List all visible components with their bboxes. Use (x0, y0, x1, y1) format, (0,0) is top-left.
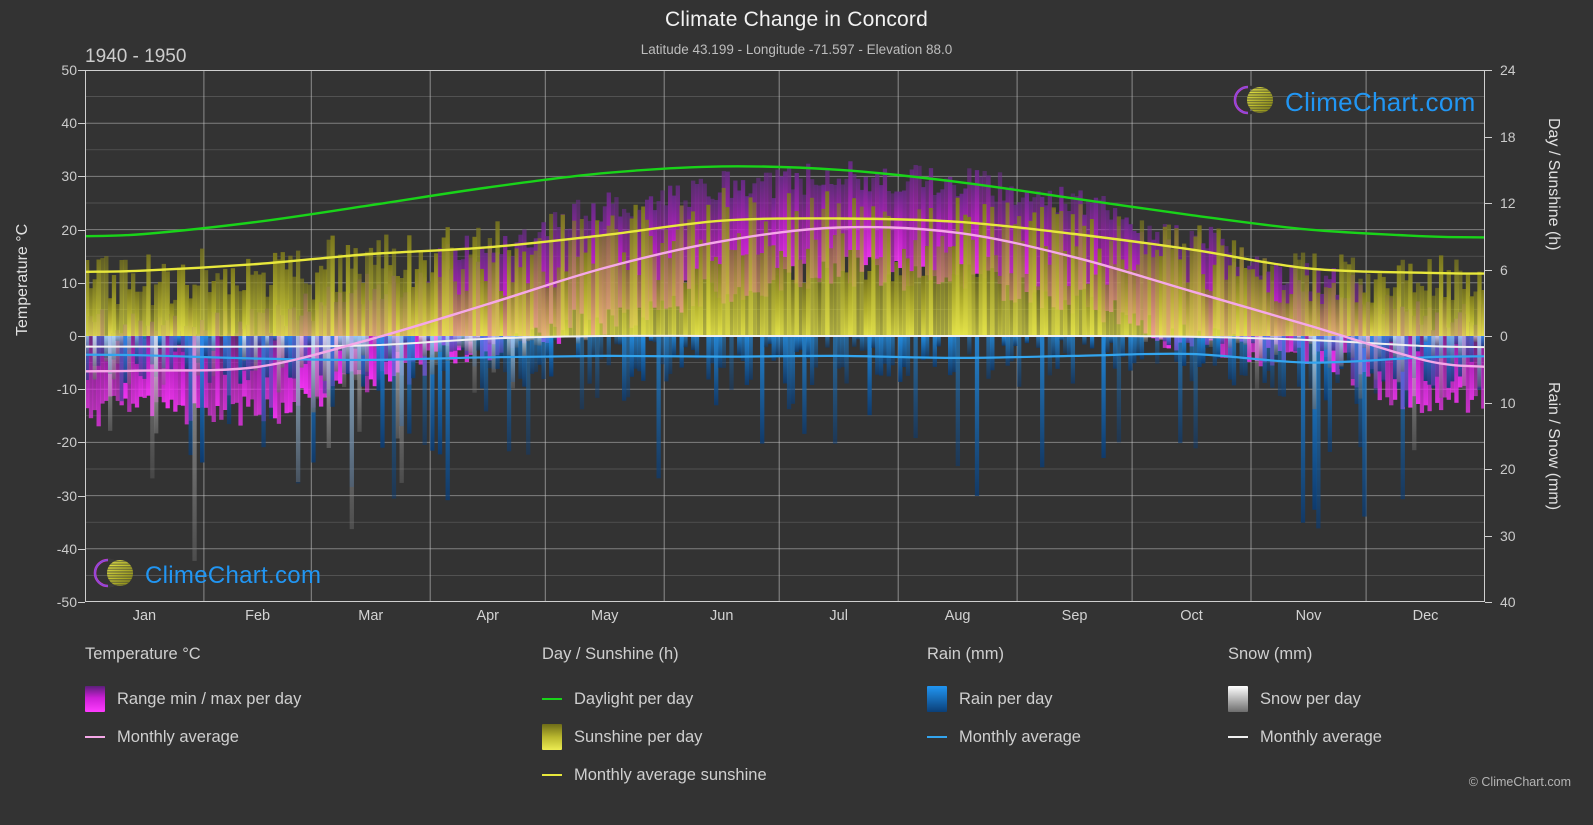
y-axis-right-top-title: Day / Sunshine (h) (1545, 118, 1562, 251)
y-tick-mark-right (1485, 269, 1492, 271)
legend-item[interactable]: Snow per day (1228, 680, 1382, 718)
y-tick-left: -10 (56, 381, 77, 398)
y-tick-mark-left (78, 442, 85, 444)
legend-swatch-line (1228, 736, 1248, 738)
y-tick-left: 20 (61, 221, 77, 238)
y-tick-left: -30 (56, 487, 77, 504)
y-tick-mark-left (78, 229, 85, 231)
y-tick-left: 30 (61, 168, 77, 185)
x-tick-mar: Mar (358, 608, 384, 624)
y-tick-mark-right (1485, 535, 1492, 537)
y-tick-left: 0 (69, 328, 77, 344)
legend-swatch-line (542, 698, 562, 700)
y-tick-right-top: 0 (1500, 328, 1508, 344)
legend-item-label: Monthly average (959, 727, 1081, 746)
chart-plot-area (85, 70, 1485, 602)
y-tick-right-bottom: 20 (1500, 461, 1516, 477)
y-tick-left: -40 (56, 540, 77, 557)
y-tick-right-top: 18 (1500, 128, 1516, 145)
x-tick-sep: Sep (1061, 608, 1088, 624)
y-tick-mark-left (78, 282, 85, 284)
copyright-label: © ClimeChart.com (1468, 775, 1571, 789)
page-title: Climate Change in Concord (665, 8, 928, 31)
y-tick-left: 40 (61, 115, 77, 132)
x-tick-jan: Jan (132, 608, 157, 624)
legend-item[interactable]: Sunshine per day (542, 718, 767, 756)
x-tick-nov: Nov (1295, 608, 1322, 624)
legend-item-label: Snow per day (1260, 689, 1361, 708)
x-tick-feb: Feb (245, 608, 271, 624)
x-tick-jul: Jul (829, 608, 848, 624)
y-tick-mark-right (1485, 136, 1492, 138)
y-tick-mark-right (1485, 70, 1492, 71)
legend-item-label: Daylight per day (574, 689, 694, 708)
x-tick-may: May (591, 608, 619, 624)
y-tick-mark-left (78, 495, 85, 497)
legend-item[interactable]: Monthly average sunshine (542, 756, 767, 794)
y-tick-right-top: 24 (1500, 62, 1516, 78)
y-tick-mark-right (1485, 602, 1492, 603)
y-tick-left: -20 (56, 434, 77, 451)
legend-group-heading: Temperature °C (85, 645, 201, 663)
legend-item[interactable]: Monthly average (927, 718, 1081, 756)
y-tick-mark-right (1485, 336, 1492, 337)
legend-swatch-gradient (542, 724, 562, 750)
y-tick-mark-left (78, 70, 85, 71)
y-tick-left: -50 (56, 594, 77, 610)
legend-item[interactable]: Monthly average (85, 718, 301, 756)
legend-group-rain: Rain (mm) Rain per day Monthly average (927, 645, 1081, 756)
legend-item-label: Monthly average (117, 727, 239, 746)
legend-swatch-line (542, 774, 562, 776)
legend-swatch-gradient (85, 686, 105, 712)
legend-item[interactable]: Rain per day (927, 680, 1081, 718)
y-tick-right-top: 6 (1500, 261, 1508, 278)
legend-group-heading: Rain (mm) (927, 645, 1004, 663)
y-tick-mark-left (78, 123, 85, 125)
chart-legend: Temperature °C Range min / max per day Mo… (0, 645, 1593, 825)
y-tick-mark-left (78, 602, 85, 603)
period-label: 1940 - 1950 (85, 46, 187, 67)
x-tick-aug: Aug (944, 608, 971, 624)
y-tick-right-top: 12 (1500, 195, 1516, 211)
legend-group-heading: Day / Sunshine (h) (542, 645, 679, 663)
legend-group-heading: Snow (mm) (1228, 645, 1313, 663)
legend-swatch-line (85, 736, 105, 738)
x-tick-oct: Oct (1180, 608, 1203, 624)
y-tick-mark-left (78, 336, 85, 337)
legend-swatch-gradient (1228, 686, 1248, 712)
page-subtitle: Latitude 43.199 - Longitude -71.597 - El… (640, 42, 953, 57)
y-tick-right-bottom: 10 (1500, 394, 1516, 411)
legend-swatch-line (927, 736, 947, 738)
y-tick-mark-left (78, 176, 85, 178)
y-tick-left: 10 (61, 274, 77, 291)
legend-group-daysun: Day / Sunshine (h) Daylight per day Sunsh… (542, 645, 767, 794)
legend-item-label: Monthly average sunshine (574, 765, 767, 784)
y-tick-mark-left (78, 548, 85, 550)
legend-item-label: Rain per day (959, 689, 1053, 708)
legend-item-label: Sunshine per day (574, 727, 703, 746)
legend-swatch-gradient (927, 686, 947, 712)
legend-item-label: Range min / max per day (117, 689, 302, 708)
x-tick-apr: Apr (476, 608, 500, 624)
legend-item[interactable]: Range min / max per day (85, 680, 301, 718)
y-tick-right-bottom: 30 (1500, 527, 1516, 544)
y-tick-mark-right (1485, 402, 1492, 404)
legend-item-label: Monthly average (1260, 727, 1382, 746)
x-tick-jun: Jun (710, 608, 734, 624)
y-axis-right-bottom-title: Rain / Snow (mm) (1545, 382, 1562, 511)
y-tick-right-bottom: 40 (1500, 594, 1516, 610)
legend-group-snow: Snow (mm) Snow per day Monthly average (1228, 645, 1382, 756)
x-tick-dec: Dec (1412, 608, 1439, 624)
y-tick-mark-left (78, 389, 85, 391)
legend-group-temperature: Temperature °C Range min / max per day Mo… (85, 645, 301, 756)
y-tick-mark-right (1485, 203, 1492, 204)
y-tick-mark-right (1485, 469, 1492, 470)
legend-item[interactable]: Daylight per day (542, 680, 767, 718)
legend-item[interactable]: Monthly average (1228, 718, 1382, 756)
y-tick-left: 50 (61, 62, 77, 78)
